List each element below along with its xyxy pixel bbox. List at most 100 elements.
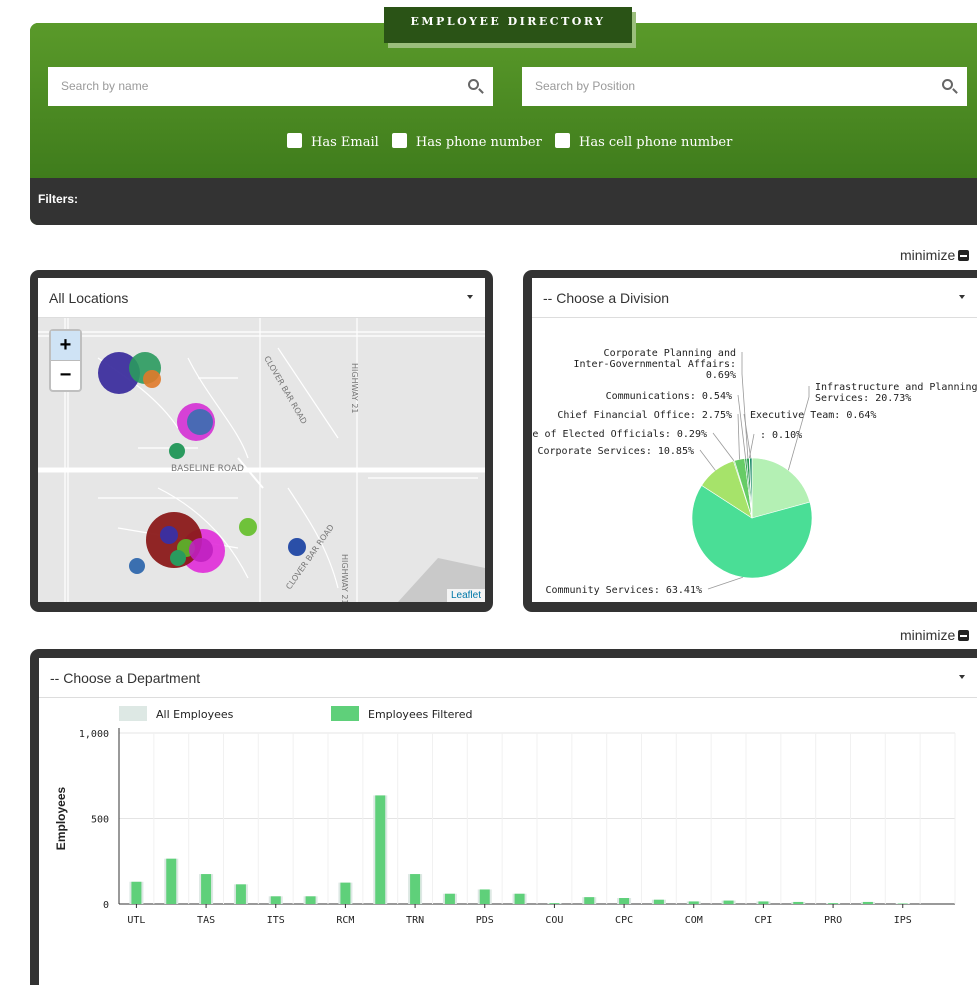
pie-label: Executive Team: 0.64% [750,410,876,421]
minimize-icon [958,630,970,641]
minimize-charts-button[interactable]: minimize [900,247,970,263]
bar-employees-filtered[interactable] [619,898,630,904]
x-tick-label: CPI [754,915,772,926]
department-select-value: -- Choose a Department [50,670,201,686]
bar-employees-filtered[interactable] [166,858,177,904]
contact-checkboxes: Has Email Has phone number Has cell phon… [287,133,741,150]
location-marker[interactable] [189,538,213,562]
bar-employees-filtered[interactable] [235,884,246,904]
pie-label: Chief Financial Office: 2.75% [557,410,732,421]
legend-swatch-all[interactable] [119,706,147,721]
location-marker[interactable] [143,370,161,388]
pie-label: Infrastructure and Planning Services: 20.… [815,382,977,404]
has-phone-label: Has phone number [415,135,542,150]
road-label-baseline: BASELINE ROAD [171,464,244,474]
location-marker[interactable] [169,443,185,459]
has-phone-checkbox[interactable] [391,133,407,148]
legend-swatch-filtered[interactable] [331,706,359,721]
bar-employees-filtered[interactable] [131,881,142,904]
location-marker[interactable] [170,550,186,566]
zoom-control: + − [49,329,82,392]
bar-employees-filtered[interactable] [340,882,351,904]
x-tick-label: CPC [615,915,633,926]
bar-employees-filtered[interactable] [549,903,560,904]
location-select[interactable]: All Locations [38,278,485,318]
has-cell-label: Has cell phone number [578,135,733,150]
bar-employees-filtered[interactable] [897,903,908,904]
y-tick-label: 500 [91,815,109,826]
bar-employees-filtered[interactable] [584,897,595,904]
bar-employees-filtered[interactable] [688,901,699,904]
filters-bar: Filters: [30,178,977,225]
map-canvas[interactable]: BASELINE ROAD CLOVER BAR ROAD HIGHWAY 21… [38,318,485,602]
bar-employees-filtered[interactable] [653,899,664,904]
pie-label-leader [707,576,743,590]
bar-employees-filtered[interactable] [793,901,804,904]
has-email-checkbox[interactable] [287,133,302,148]
x-tick-label: ITS [267,915,285,926]
bar-employees-filtered[interactable] [305,896,316,904]
search-icon[interactable] [468,79,479,90]
bar-employees-filtered[interactable] [270,896,281,904]
chevron-down-icon [467,295,473,299]
department-bar-chart: All Employees Employees Filtered 1,000 500 0… [54,706,956,926]
road-label-highway: HIGHWAY 21 [350,363,359,414]
location-marker[interactable] [129,558,145,574]
search-position-field[interactable]: Search by Position [522,67,967,106]
location-marker[interactable] [288,538,306,556]
pie-label-leader [699,449,716,471]
pie-label-leader [741,352,749,459]
search-icon[interactable] [942,79,953,90]
search-name-field[interactable]: Search by name [48,67,493,106]
x-tick-label: PDS [476,915,494,926]
legend-label-all: All Employees [156,708,234,721]
y-tick-label: 1,000 [79,729,109,740]
bar-employees-filtered[interactable] [410,874,421,904]
x-tick-label: TRN [406,915,424,926]
road-label-highway-2: HIGHWAY 21 [340,554,349,602]
x-tick-label: IPS [894,915,912,926]
filters-label: Filters: [38,192,79,206]
location-marker[interactable] [187,409,213,435]
x-tick-label: PRO [824,915,842,926]
bar-employees-filtered[interactable] [723,900,734,904]
x-tick-label: RCM [336,915,354,926]
pie-label: Communications: 0.54% [606,391,732,402]
bar-employees-filtered[interactable] [862,901,873,904]
bar-employees-filtered[interactable] [479,889,490,904]
division-select-value: -- Choose a Division [543,290,670,306]
search-position-placeholder: Search by Position [535,79,636,93]
bar-employees-filtered[interactable] [201,874,212,904]
pie-label: Office of Elected Officials: 0.29% [532,429,707,440]
page-title: EMPLOYEE DIRECTORY [384,7,632,43]
locations-panel: All Locations BASELINE ROAD CLOVER BAR R… [30,270,493,612]
pie-label-leader [737,413,740,460]
pie-label: Corporate Planning and Inter-Governmental… [573,348,736,381]
bar-employees-filtered[interactable] [444,893,455,904]
location-marker[interactable] [160,526,178,544]
has-email-label: Has Email [311,135,379,150]
zoom-out-button[interactable]: − [51,361,80,390]
bar-employees-filtered[interactable] [375,795,386,904]
department-select[interactable]: -- Choose a Department [39,658,977,698]
department-panel: -- Choose a Department All Employees Empl… [30,649,977,985]
x-tick-label: COU [545,915,563,926]
bar-employees-filtered[interactable] [828,903,839,904]
x-tick-label: TAS [197,915,215,926]
directory-header: Search by name Search by Position Has Em… [30,23,977,225]
pie-label-leader [712,432,735,462]
leaflet-attribution-link[interactable]: Leaflet [446,589,485,602]
location-map[interactable]: BASELINE ROAD CLOVER BAR ROAD HIGHWAY 21… [38,318,485,602]
minimize-icon [958,250,970,261]
bar-employees-filtered[interactable] [758,901,769,904]
division-select[interactable]: -- Choose a Division [532,278,977,318]
y-axis-label: Employees [54,786,68,850]
minimize-department-button[interactable]: minimize [900,627,970,643]
pie-label: Community Services: 63.41% [545,585,702,596]
y-tick-label: 0 [103,900,109,911]
has-cell-checkbox[interactable] [554,133,570,148]
bar-employees-filtered[interactable] [514,893,525,904]
zoom-in-button[interactable]: + [51,331,80,361]
location-marker[interactable] [239,518,257,536]
minimize-label: minimize [900,247,956,263]
